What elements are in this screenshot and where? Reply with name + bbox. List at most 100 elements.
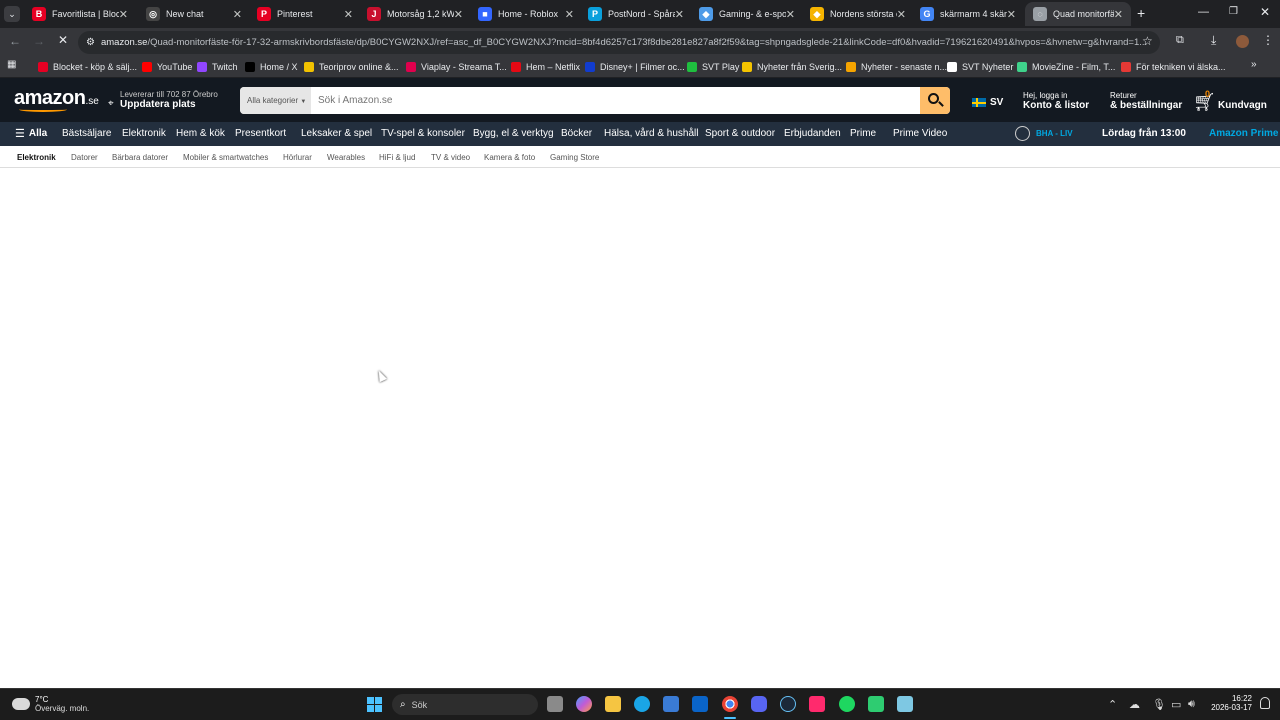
language-selector[interactable]: SV (972, 97, 1003, 108)
bookmark-item[interactable]: Nyheter från Sverig... (742, 59, 842, 75)
tab-close-icon[interactable]: ✕ (897, 8, 906, 21)
file-explorer-icon[interactable] (605, 696, 621, 712)
taskbar-search[interactable]: ⌕ Sök (392, 694, 538, 715)
subnav-link[interactable]: TV & video (431, 153, 470, 162)
subnav-link[interactable]: Gaming Store (550, 153, 599, 162)
back-arrow-icon[interactable]: ← (9, 34, 21, 48)
stop-loading-icon[interactable]: ✕ (58, 33, 68, 47)
bookmark-item[interactable]: För tekniken vi älska... (1121, 59, 1226, 75)
address-bar[interactable]: ⚙ amazon.se/Quad-monitorfäste-för-17-32-… (78, 31, 1160, 54)
promo-date[interactable]: Lördag från 13:00 (1102, 128, 1186, 139)
browser-tab[interactable]: B Favoritlista | Blocke✕ (24, 2, 136, 26)
browser-tab[interactable]: ◎ New chat ✕ (138, 2, 250, 26)
nav-link[interactable]: Hälsa, vård & hushåll (604, 128, 699, 139)
volume-icon[interactable]: 🔊︎ (1188, 698, 1195, 711)
nav-link[interactable]: Prime (850, 128, 876, 139)
amazon-prime-link[interactable]: Amazon Prime (1209, 128, 1278, 139)
forward-arrow-icon[interactable]: → (33, 34, 45, 48)
bookmark-item[interactable]: Blocket - köp & sälj... (38, 59, 137, 75)
nav-link[interactable]: Erbjudanden (784, 128, 841, 139)
bookmark-item[interactable]: SVT Play (687, 59, 739, 75)
tiktok-icon[interactable] (809, 696, 825, 712)
subnav-link[interactable]: Bärbara datorer (112, 153, 168, 162)
all-menu-button[interactable]: ☰ Alla (15, 127, 47, 140)
cart-button[interactable]: 🛒︎ 0 Kundvagn (1193, 89, 1273, 115)
bookmark-item[interactable]: Home / X (245, 59, 298, 75)
copilot-icon[interactable] (576, 696, 592, 712)
steam-icon[interactable] (780, 696, 796, 712)
nav-link[interactable]: Presentkort (235, 128, 286, 139)
chrome-icon[interactable] (722, 696, 738, 712)
browser-tab[interactable]: P PostNord - Spåra ✕ (580, 2, 692, 26)
subnav-link[interactable]: Datorer (71, 153, 98, 162)
amazon-logo[interactable]: amazon.se (14, 87, 99, 113)
bookmark-item[interactable]: Disney+ | Filmer oc... (585, 59, 685, 75)
maximize-button[interactable]: ❐ (1229, 6, 1238, 17)
apps-grid-icon[interactable]: ▦ (7, 59, 16, 70)
promo-badge[interactable]: BHA - LIV (1015, 126, 1073, 141)
more-bookmarks-icon[interactable]: » (1251, 59, 1257, 70)
browser-tab[interactable]: ■ Home - Roblox ✕ (470, 2, 582, 26)
nav-link[interactable]: Prime Video (893, 128, 947, 139)
nav-link[interactable]: Bygg, el & verktyg (473, 128, 554, 139)
tab-search-button[interactable]: ⌄ (4, 6, 20, 22)
tab-close-icon[interactable]: ✕ (1114, 8, 1123, 21)
returns-orders[interactable]: Returer & beställningar (1110, 91, 1182, 111)
outlook-icon[interactable] (692, 696, 708, 712)
browser-tab[interactable]: Gskärmarm 4 skärm✕ (912, 2, 1024, 26)
subnav-link[interactable]: Hörlurar (283, 153, 312, 162)
bookmark-item[interactable]: Viaplay - Streama T... (406, 59, 507, 75)
spotify-icon[interactable] (839, 696, 855, 712)
tab-close-icon[interactable]: ✕ (675, 8, 684, 21)
subnav-link[interactable]: Mobiler & smartwatches (183, 153, 268, 162)
nav-link[interactable]: Hem & kök (176, 128, 225, 139)
weather-widget[interactable]: 7°C Överväg. moln. (12, 695, 89, 713)
nav-link[interactable]: Elektronik (122, 128, 166, 139)
network-icon[interactable]: ▭ (1171, 698, 1181, 711)
tab-close-icon[interactable]: ✕ (1007, 8, 1016, 21)
bookmark-item[interactable]: Twitch (197, 59, 238, 75)
search-input[interactable] (311, 87, 920, 114)
bookmark-item[interactable]: MovieZine - Film, T... (1017, 59, 1115, 75)
subnav-title[interactable]: Elektronik (17, 153, 56, 162)
onedrive-icon[interactable]: ☁ (1129, 698, 1140, 711)
search-category-select[interactable]: Alla kategorier ▼ (240, 87, 311, 114)
nav-link[interactable]: Leksaker & spel (301, 128, 372, 139)
start-button[interactable] (367, 697, 382, 712)
notification-bell-icon[interactable] (1260, 697, 1270, 709)
tray-expand-icon[interactable]: ⌃ (1108, 698, 1117, 711)
store-icon[interactable] (663, 696, 679, 712)
android-app-icon[interactable] (868, 696, 884, 712)
subnav-link[interactable]: HiFi & ljud (379, 153, 415, 162)
bookmark-star-icon[interactable]: ☆ (1142, 34, 1153, 48)
nav-link[interactable]: Bästsäljare (62, 128, 111, 139)
account-menu[interactable]: Hej, logga in Konto & listor (1023, 91, 1089, 111)
tab-close-icon[interactable]: ✕ (233, 8, 242, 21)
tab-close-icon[interactable]: ✕ (119, 8, 128, 21)
download-icon[interactable]: ⤓ (1211, 33, 1216, 48)
bookmark-item[interactable]: Teoriprov online &... (304, 59, 399, 75)
bookmark-item[interactable]: SVT Nyheter (947, 59, 1013, 75)
discord-icon[interactable] (751, 696, 767, 712)
tab-close-icon[interactable]: ✕ (565, 8, 574, 21)
browser-tab[interactable]: P Pinterest ✕ (249, 2, 361, 26)
clock[interactable]: 16:22 2026-03-17 (1208, 694, 1252, 712)
minimize-button[interactable]: — (1198, 6, 1209, 18)
subnav-link[interactable]: Wearables (327, 153, 365, 162)
bookmark-item[interactable]: Nyheter - senaste n... (846, 59, 947, 75)
close-window-button[interactable]: ✕ (1260, 5, 1270, 19)
microphone-icon[interactable]: 🎙︎ (1152, 698, 1166, 711)
new-tab-button[interactable]: + (1137, 5, 1145, 21)
nav-link[interactable]: Böcker (561, 128, 592, 139)
subnav-link[interactable]: Kamera & foto (484, 153, 535, 162)
notepad-icon[interactable] (897, 696, 913, 712)
deliver-to[interactable]: ⌖ Levererar till 702 87 Örebro Uppdatera… (108, 90, 218, 110)
tab-close-icon[interactable]: ✕ (786, 8, 795, 21)
task-view-icon[interactable] (547, 696, 563, 712)
profile-avatar[interactable] (1236, 35, 1249, 48)
nav-link[interactable]: Sport & outdoor (705, 128, 775, 139)
browser-menu-icon[interactable]: ⋮ (1262, 33, 1274, 47)
bookmark-item[interactable]: YouTube (142, 59, 192, 75)
extensions-icon[interactable]: ⧉ (1176, 34, 1184, 47)
browser-tab[interactable]: ◌ Quad monitorfäste✕ (1025, 2, 1131, 26)
